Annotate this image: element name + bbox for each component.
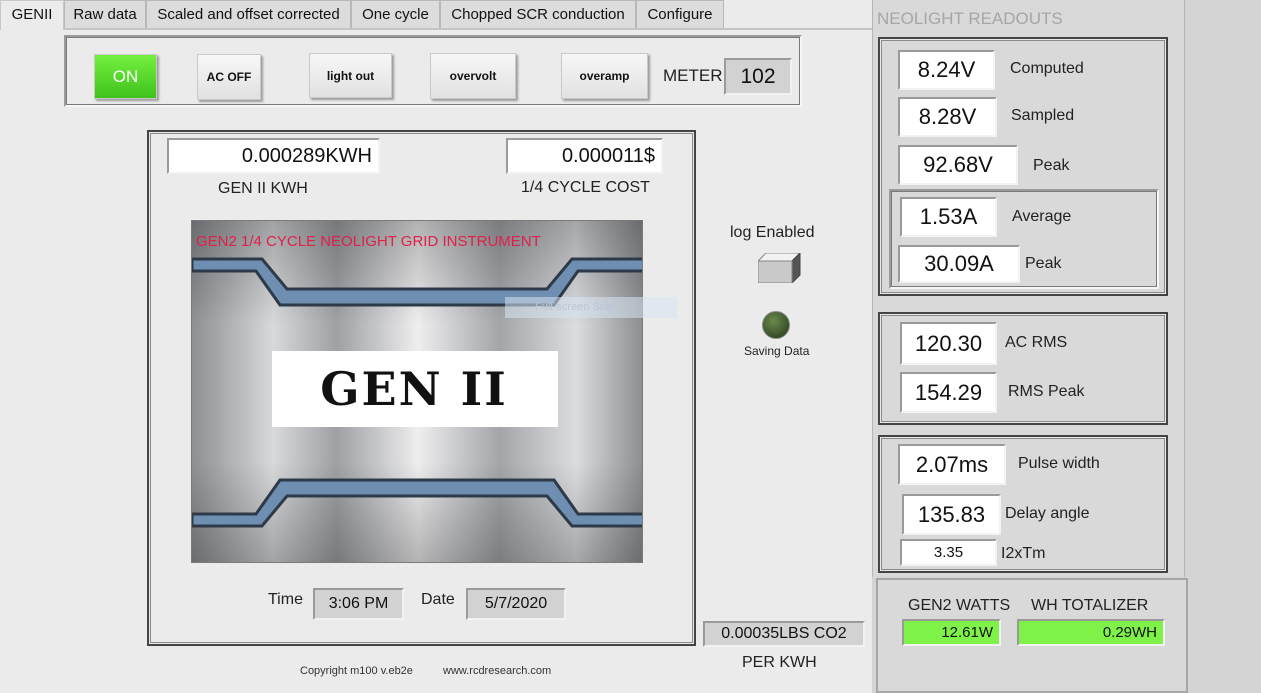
date-field: 5/7/2020 <box>466 588 566 620</box>
tab-genii[interactable]: GENII <box>0 0 64 30</box>
i2xtm-label: I2xTm <box>1001 545 1046 562</box>
tab-chopped-scr[interactable]: Chopped SCR conduction <box>440 0 636 29</box>
cost-field: 0.000011$ <box>506 138 663 174</box>
co2-field: 0.00035LBS CO2 <box>703 621 865 647</box>
rms-peak-field: 154.29 <box>900 372 997 413</box>
kwh-field: 0.000289KWH <box>167 138 380 174</box>
pulse-width-label: Pulse width <box>1018 455 1100 472</box>
overvolt-button[interactable]: overvolt <box>430 53 516 99</box>
date-label: Date <box>421 591 455 608</box>
computed-label: Computed <box>1010 60 1084 77</box>
average-current-field: 1.53A <box>900 197 997 237</box>
meter-label: METER <box>663 66 723 85</box>
peak-current-field: 30.09A <box>898 245 1020 283</box>
log-enabled-label: log Enabled <box>730 224 815 241</box>
overamp-button[interactable]: overamp <box>561 53 648 99</box>
wh-totalizer-value: 0.29WH <box>1017 619 1165 646</box>
log-toggle[interactable] <box>756 251 802 285</box>
tab-one-cycle[interactable]: One cycle <box>351 0 440 29</box>
background-strip <box>1189 0 1261 693</box>
rms-peak-label: RMS Peak <box>1008 383 1085 400</box>
readouts-title: NEOLIGHT READOUTS <box>877 9 1063 28</box>
snip-overlay: Full-screen Snip <box>505 297 677 318</box>
website-link[interactable]: www.rcdresearch.com <box>443 665 551 677</box>
sampled-label: Sampled <box>1011 107 1075 124</box>
meter-value: 102 <box>724 58 792 95</box>
average-current-label: Average <box>1012 208 1072 225</box>
sampled-field: 8.28V <box>898 97 997 137</box>
ac-rms-field: 120.30 <box>900 322 997 365</box>
peak-current-label: Peak <box>1025 255 1062 272</box>
i2xtm-field: 3.35 <box>900 539 997 566</box>
on-button[interactable]: ON <box>94 54 157 99</box>
tab-divider <box>64 28 872 30</box>
saving-data-label: Saving Data <box>744 344 810 358</box>
wh-totalizer-label: WH TOTALIZER <box>1031 597 1149 614</box>
ac-rms-label: AC RMS <box>1005 334 1068 351</box>
cost-label: 1/4 CYCLE COST <box>521 179 650 196</box>
delay-angle-label: Delay angle <box>1005 505 1090 522</box>
tab-scaled-offset[interactable]: Scaled and offset corrected <box>146 0 351 29</box>
ac-off-button[interactable]: AC OFF <box>197 54 261 100</box>
tab-configure[interactable]: Configure <box>636 0 724 29</box>
gen2-watts-label: GEN2 WATTS <box>908 597 1011 614</box>
time-label: Time <box>268 591 303 608</box>
delay-angle-field: 135.83 <box>902 494 1001 535</box>
copyright-text: Copyright m100 v.eb2e <box>300 665 413 677</box>
banner-title: GEN2 1/4 CYCLE NEOLIGHT GRID INSTRUMENT <box>196 233 541 250</box>
peak-voltage-label: Peak <box>1033 157 1070 174</box>
co2-label: PER KWH <box>742 654 817 671</box>
saving-led-icon <box>762 311 790 339</box>
gen-ii-logo-text: GEN II <box>320 362 508 416</box>
peak-voltage-field: 92.68V <box>898 145 1018 185</box>
computed-field: 8.24V <box>898 50 995 90</box>
tab-raw-data[interactable]: Raw data <box>64 0 146 29</box>
light-out-button[interactable]: light out <box>309 53 392 98</box>
time-field: 3:06 PM <box>313 588 404 620</box>
pulse-width-field: 2.07ms <box>898 444 1006 485</box>
gen2-watts-value: 12.61W <box>902 619 1001 646</box>
kwh-label: GEN II KWH <box>218 180 308 197</box>
